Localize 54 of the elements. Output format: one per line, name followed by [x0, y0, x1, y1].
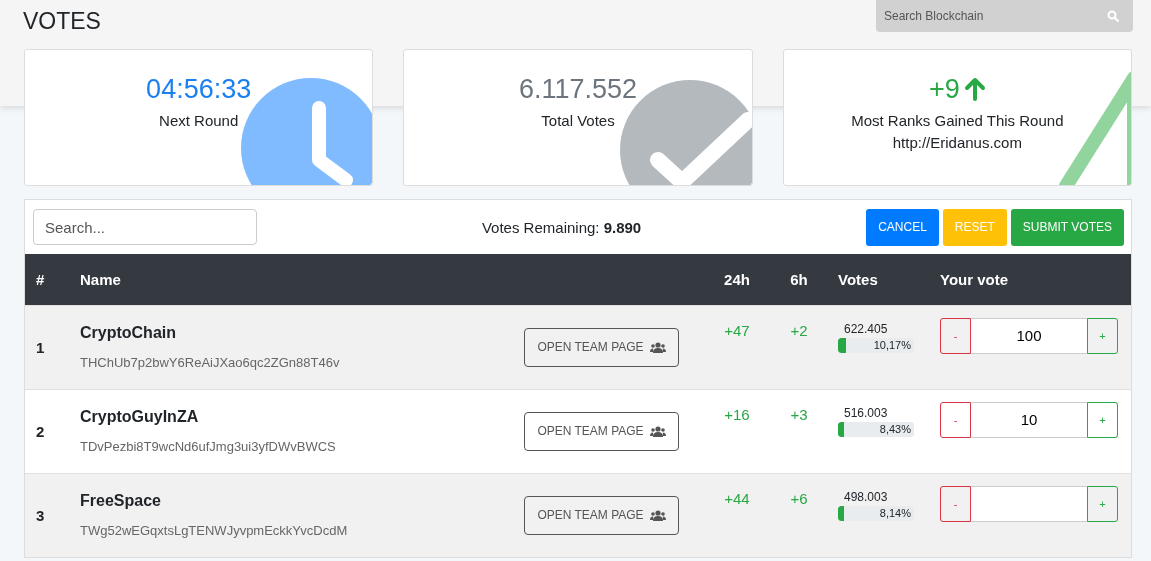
wallet-address: THChUb7p2bwY6ReAiJXao6qc2ZGn88T46v [80, 355, 340, 370]
rank-number: 2 [36, 422, 45, 440]
change-24h: +44 [724, 489, 750, 507]
column-header: Your vote [939, 254, 1131, 305]
stat-label: Next Round [159, 112, 239, 129]
vote-count: 622.405 [843, 321, 889, 336]
vote-input[interactable]: 10 [971, 401, 1087, 438]
column-header: 24h [706, 254, 768, 305]
change-6h: +6 [790, 489, 808, 507]
vote-count: 516.003 [843, 405, 889, 420]
submit-button[interactable]: SUBMIT VOTES [1010, 208, 1124, 246]
increment-button[interactable]: + [1087, 317, 1118, 354]
stat-value: +9 [928, 73, 960, 105]
wallet-address: TDvPezbi8T9wcNd6ufJmg3ui3yfDWvBWCS [80, 439, 336, 454]
vote-share-percent: 8,43% [879, 422, 911, 435]
search-field[interactable]: Search... [33, 209, 257, 245]
column-header: # [25, 254, 67, 305]
stat-value: 04:56:33 [146, 73, 252, 105]
users-icon [649, 425, 666, 437]
vote-share-percent: 10,17% [873, 338, 911, 351]
stat-label: Total Votes [541, 112, 615, 129]
column-header: Votes [830, 254, 939, 305]
users-icon [649, 341, 666, 353]
change-24h: +16 [724, 405, 750, 423]
vote-input[interactable]: 100 [971, 317, 1087, 354]
cancel-button[interactable]: CANCEL [866, 208, 939, 246]
team-name: CryptoChain [80, 324, 177, 342]
stat-label: Most Ranks Gained This Round [851, 112, 1064, 129]
page-title: VOTES [23, 8, 101, 35]
card-link[interactable]: http://Eridanus.com [892, 134, 1022, 151]
change-6h: +2 [790, 321, 808, 339]
team-name: FreeSpace [80, 492, 162, 511]
votes-remaining: Votes Remaining: 9.890 [480, 218, 643, 236]
stat-value: 6.117.552 [518, 73, 638, 105]
column-header: 6h [768, 254, 830, 305]
team-name: CryptoGuyInZA [80, 408, 200, 426]
change-6h: +3 [790, 405, 808, 423]
vote-share-percent: 8,14% [879, 506, 911, 519]
increment-button[interactable]: + [1087, 485, 1118, 522]
vote-input[interactable] [971, 485, 1087, 522]
rank-number: 3 [36, 506, 45, 524]
column-header: Name [67, 254, 706, 305]
vote-count: 498.003 [843, 489, 889, 504]
open-team-page-button[interactable]: OPEN TEAM PAGE [524, 327, 679, 367]
change-24h: +47 [724, 321, 750, 339]
open-team-page-button[interactable]: OPEN TEAM PAGE [524, 411, 679, 451]
search-field[interactable]: Search Blockchain [876, 0, 1133, 32]
rank-number: 1 [36, 338, 45, 356]
wallet-address: TWg52wEGqxtsLgTENWJyvpmEckkYvcDcdM [80, 523, 348, 539]
up-arrow-icon [963, 77, 986, 101]
search-icon [1107, 10, 1119, 22]
users-icon [649, 509, 666, 521]
increment-button[interactable]: + [1087, 401, 1118, 438]
open-team-page-button[interactable]: OPEN TEAM PAGE [524, 495, 679, 535]
